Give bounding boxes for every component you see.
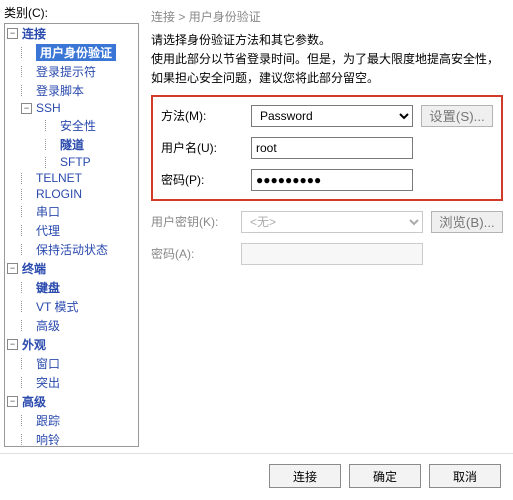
tree-term-advanced[interactable]: 高级: [19, 316, 138, 335]
session-properties-dialog: { "left_panel": { "label": "类别(C):" }, "…: [0, 0, 513, 500]
username-input[interactable]: [251, 137, 413, 159]
tree-ssh[interactable]: − SSH: [19, 100, 138, 116]
tree-bell[interactable]: 响铃: [19, 430, 138, 447]
tree-serial[interactable]: 串口: [19, 202, 138, 221]
breadcrumb-a: 连接: [151, 10, 175, 24]
passphrase-input: [241, 243, 423, 265]
collapse-icon[interactable]: −: [7, 263, 18, 274]
tree-ssh-sftp[interactable]: SFTP: [43, 154, 138, 170]
collapse-icon[interactable]: −: [7, 396, 18, 407]
breadcrumb-sep: >: [178, 10, 185, 24]
tree-keepalive[interactable]: 保持活动状态: [19, 240, 138, 259]
category-panel: 类别(C): − 连接 用户身份验证: [0, 0, 145, 453]
tree-window[interactable]: 窗口: [19, 354, 138, 373]
userkey-select: <无>: [241, 211, 423, 233]
category-tree[interactable]: − 连接 用户身份验证 登录提示符: [4, 23, 139, 447]
auth-panel: 连接 > 用户身份验证 请选择身份验证方法和其它参数。 使用此部分以节省登录时间…: [145, 0, 513, 453]
category-label: 类别(C):: [4, 4, 139, 21]
collapse-icon[interactable]: −: [21, 103, 32, 114]
tree-appearance[interactable]: − 外观: [5, 335, 138, 354]
tree-terminal[interactable]: − 终端: [5, 259, 138, 278]
settings-button[interactable]: 设置(S)...: [421, 105, 493, 127]
tree-login-prompt[interactable]: 登录提示符: [19, 62, 138, 81]
breadcrumb-b: 用户身份验证: [189, 10, 261, 24]
method-label: 方法(M):: [161, 107, 251, 124]
tree-ssh-security[interactable]: 安全性: [43, 116, 138, 135]
tree-ssh-tunnel[interactable]: 隧道: [43, 135, 138, 154]
browse-button: 浏览(B)...: [431, 211, 503, 233]
desc-line1: 请选择身份验证方法和其它参数。: [151, 31, 503, 50]
tree-keyboard[interactable]: 键盘: [19, 278, 138, 297]
tree-connection[interactable]: − 连接: [5, 24, 138, 43]
ok-button[interactable]: 确定: [349, 464, 421, 488]
cancel-button[interactable]: 取消: [429, 464, 501, 488]
password-label: 密码(P):: [161, 171, 251, 188]
collapse-icon[interactable]: −: [7, 339, 18, 350]
tree-advanced-cat[interactable]: − 高级: [5, 392, 138, 411]
collapse-icon[interactable]: −: [7, 28, 18, 39]
tree-line: [21, 47, 36, 58]
dialog-button-bar: 连接 确定 取消: [0, 453, 513, 500]
tree-rlogin[interactable]: RLOGIN: [19, 186, 138, 202]
tree-login-scripts[interactable]: 登录脚本: [19, 81, 138, 100]
desc-line2: 使用此部分以节省登录时间。但是，为了最大限度地提高安全性，如果担心安全问题，建议…: [151, 50, 503, 88]
tree-vt[interactable]: VT 模式: [19, 297, 138, 316]
tree-telnet[interactable]: TELNET: [19, 170, 138, 186]
tree-highlight[interactable]: 突出: [19, 373, 138, 392]
tree-auth[interactable]: 用户身份验证: [19, 43, 138, 62]
highlighted-auth-group: 方法(M): Password 设置(S)... 用户名(U): 密码(P):: [151, 95, 503, 201]
password-input[interactable]: [251, 169, 413, 191]
tree-trace[interactable]: 跟踪: [19, 411, 138, 430]
connect-button[interactable]: 连接: [269, 464, 341, 488]
description: 请选择身份验证方法和其它参数。 使用此部分以节省登录时间。但是，为了最大限度地提…: [151, 31, 503, 89]
userkey-label: 用户密钥(K):: [151, 213, 241, 230]
tree-line: [21, 85, 36, 96]
breadcrumb: 连接 > 用户身份验证: [151, 8, 503, 25]
method-select[interactable]: Password: [251, 105, 413, 127]
tree-proxy[interactable]: 代理: [19, 221, 138, 240]
username-label: 用户名(U):: [161, 139, 251, 156]
tree-line: [21, 66, 36, 77]
passphrase-label: 密码(A):: [151, 245, 241, 262]
